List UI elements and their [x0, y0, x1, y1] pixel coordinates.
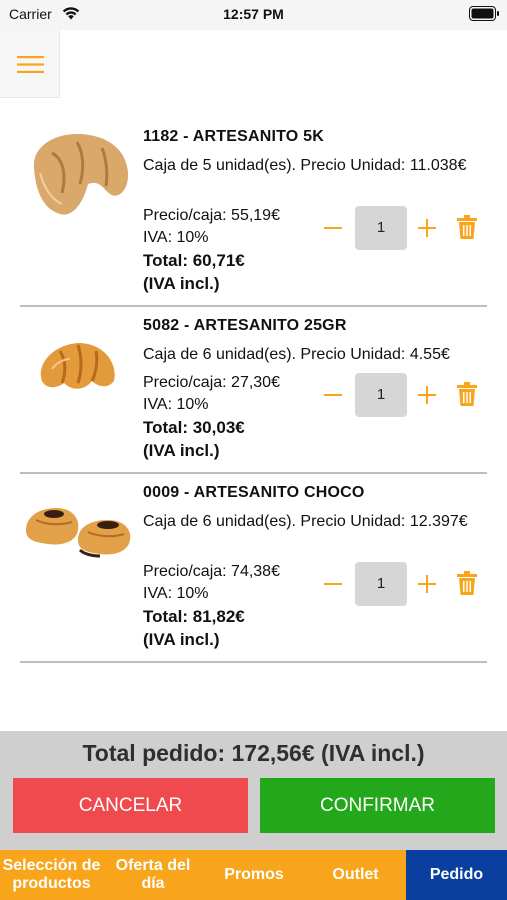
tab-bar: Selección de productos Oferta del día Pr… [0, 850, 507, 900]
delete-item-icon[interactable] [457, 382, 477, 406]
hamburger-menu-icon [17, 56, 44, 73]
tab-product-selection[interactable]: Selección de productos [0, 850, 103, 900]
item-total-note: (IVA incl.) [143, 441, 220, 460]
iva-label: IVA: 10% [143, 229, 209, 246]
cart-item: 1182 - ARTESANITO 5K Caja de 5 unidad(es… [20, 118, 487, 307]
price-per-box: Precio/caja: 74,38€ [143, 563, 280, 580]
battery-icon [469, 6, 499, 21]
item-total: Total: 81,82€ [143, 607, 245, 626]
chocolate-pastry-icon [26, 508, 131, 558]
tab-daily-offer[interactable]: Oferta del día [103, 850, 203, 900]
cart-item: 5082 - ARTESANITO 25GR Caja de 6 unidad(… [20, 307, 487, 474]
croissant-icon [40, 343, 115, 389]
item-total-note: (IVA incl.) [143, 274, 220, 293]
iva-label: IVA: 10% [143, 585, 209, 602]
iva-label: IVA: 10% [143, 396, 209, 413]
quantity-field[interactable]: 1 [355, 373, 407, 417]
increase-quantity-button[interactable] [416, 573, 438, 595]
confirm-button[interactable]: CONFIRMAR [260, 778, 495, 833]
decrease-quantity-button[interactable] [322, 573, 344, 595]
cancel-button[interactable]: CANCELAR [13, 778, 248, 833]
item-total: Total: 60,71€ [143, 251, 245, 270]
tab-outlet[interactable]: Outlet [305, 850, 406, 900]
product-description: Caja de 6 unidad(es). Precio Unidad: 12.… [143, 513, 468, 530]
quantity-field[interactable]: 1 [355, 562, 407, 606]
product-description: Caja de 6 unidad(es). Precio Unidad: 4.5… [143, 346, 450, 363]
product-title: 1182 - ARTESANITO 5K [143, 128, 324, 145]
decrease-quantity-button[interactable] [322, 217, 344, 239]
item-total: Total: 30,03€ [143, 418, 245, 437]
increase-quantity-button[interactable] [416, 384, 438, 406]
delete-item-icon[interactable] [457, 571, 477, 595]
quantity-field[interactable]: 1 [355, 206, 407, 250]
increase-quantity-button[interactable] [416, 217, 438, 239]
item-total-note: (IVA incl.) [143, 630, 220, 649]
product-title: 5082 - ARTESANITO 25GR [143, 317, 347, 334]
tab-promos[interactable]: Promos [203, 850, 305, 900]
decrease-quantity-button[interactable] [322, 384, 344, 406]
status-bar: Carrier 12:57 PM [0, 0, 507, 30]
tab-order[interactable]: Pedido [406, 850, 507, 900]
menu-button[interactable] [0, 30, 60, 98]
price-per-box: Precio/caja: 55,19€ [143, 207, 280, 224]
delete-item-icon[interactable] [457, 215, 477, 239]
product-description: Caja de 5 unidad(es). Precio Unidad: 11.… [143, 157, 467, 174]
order-footer: Total pedido: 172,56€ (IVA incl.) CANCEL… [0, 731, 507, 850]
croissant-icon [33, 134, 129, 215]
price-per-box: Precio/caja: 27,30€ [143, 374, 280, 391]
clock: 12:57 PM [223, 6, 284, 22]
cart-item: 0009 - ARTESANITO CHOCO Caja de 6 unidad… [20, 474, 487, 663]
order-total: Total pedido: 172,56€ (IVA incl.) [82, 740, 425, 766]
product-title: 0009 - ARTESANITO CHOCO [143, 484, 365, 501]
